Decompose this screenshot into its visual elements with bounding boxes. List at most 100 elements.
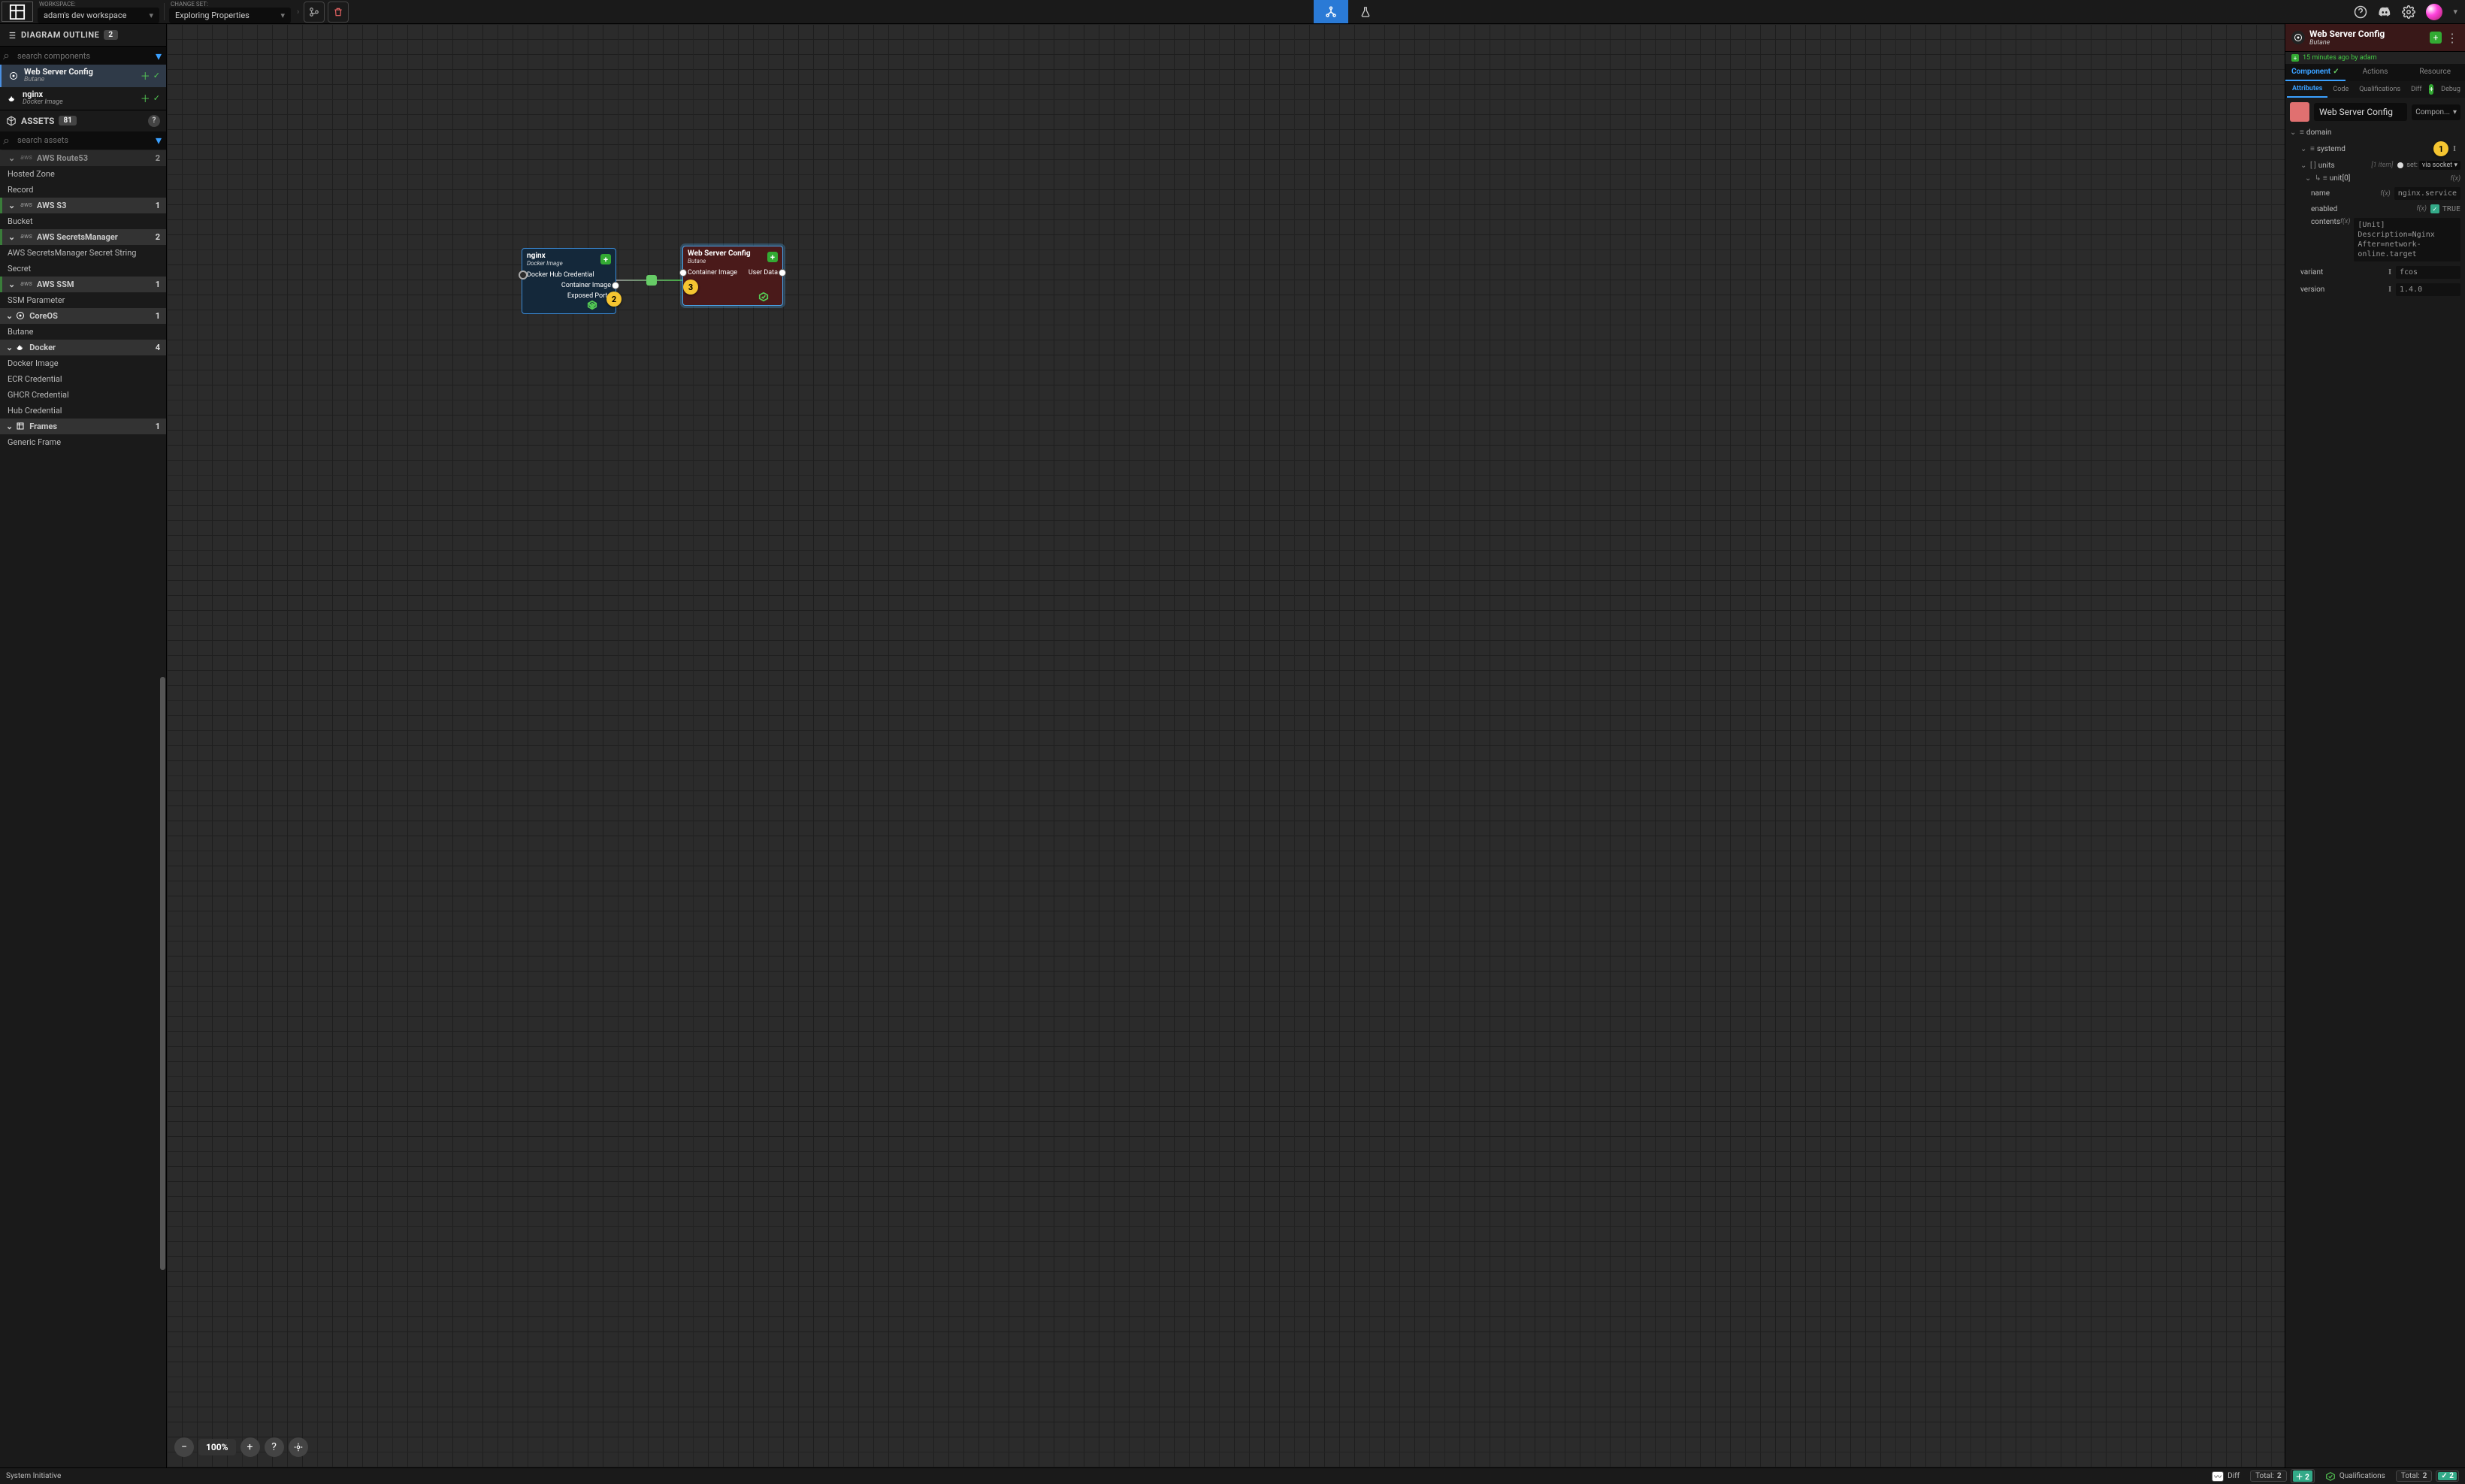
qualifications-label[interactable]: Qualifications (2339, 1472, 2385, 1480)
attr-version-value[interactable]: 1.4.0 (2396, 283, 2460, 296)
component-add-icon[interactable]: + (2430, 32, 2442, 44)
connection-midpoint[interactable] (646, 275, 657, 286)
node-check-icon (587, 300, 597, 310)
asset-category-secretsmanager[interactable]: ⌄awsAWS SecretsManager2 (0, 229, 166, 245)
diff-total-box[interactable]: Total: 2 (2250, 1470, 2287, 1482)
socket-docker-hub-credential[interactable]: Docker Hub Credential (522, 270, 615, 280)
qual-passed-box[interactable]: ✓ 2 (2436, 1470, 2459, 1482)
user-avatar[interactable] (2426, 4, 2442, 20)
text-cursor-icon: I (2388, 286, 2391, 294)
socket-container-image-out[interactable]: Container Image (522, 280, 615, 291)
units-set-select[interactable]: via socket ▾ (2419, 161, 2460, 170)
node-nginx[interactable]: nginxDocker Image + Docker Hub Credentia… (522, 248, 616, 314)
asset-ssm-parameter[interactable]: SSM Parameter (0, 292, 166, 308)
app-logo[interactable] (2, 2, 33, 22)
zoom-value[interactable]: 100% (198, 1439, 236, 1455)
asset-hosted-zone[interactable]: Hosted Zone (0, 166, 166, 182)
socket-exposed-ports[interactable]: Exposed Ports (522, 291, 615, 301)
text-cursor-icon: I (2388, 268, 2391, 277)
asset-category-coreos[interactable]: ⌄CoreOS1 (0, 308, 166, 324)
socket-indicator-icon (2397, 162, 2403, 168)
workspace-label: WORKSPACE: (35, 1, 162, 8)
asset-category-s3[interactable]: ⌄awsAWS S31 (0, 198, 166, 213)
tab-component[interactable]: Component✓ (2285, 64, 2346, 81)
assets-search-input[interactable] (13, 135, 151, 145)
diff-wave-icon[interactable]: 〰 (2212, 1471, 2224, 1482)
enabled-checkbox[interactable]: ✓ (2430, 204, 2439, 213)
attr-variant-value[interactable]: fcos (2396, 266, 2460, 279)
asset-ecr-credential[interactable]: ECR Credential (0, 371, 166, 387)
attributes-tree: ⌄≡domain ⌄≡systemd 1 I ⌄[ ]units [1 item… (2285, 126, 2465, 298)
asset-secret-string[interactable]: AWS SecretsManager Secret String (0, 245, 166, 261)
diagram-view-button[interactable] (1314, 0, 1348, 23)
socket-user-data[interactable]: User Data (683, 267, 782, 278)
attr-contents-value[interactable]: [Unit] Description=Nginx After=network-o… (2354, 218, 2460, 261)
outline-item-web-server-config[interactable]: Web Server ConfigButane ＋ ✓ (0, 65, 166, 87)
node-add-icon[interactable]: + (767, 252, 778, 262)
changeset-select[interactable]: Exploring Properties (169, 8, 291, 23)
tab-actions[interactable]: Actions (2346, 64, 2406, 81)
outline-item-nginx[interactable]: nginxDocker Image ＋ ✓ (0, 87, 166, 110)
tab-debug[interactable]: Debug (2436, 82, 2465, 97)
asset-record[interactable]: Record (0, 182, 166, 198)
zoom-in-button[interactable]: + (240, 1437, 260, 1457)
assets-list[interactable]: ⌄awsAWS Route532 Hosted Zone Record ⌄aws… (0, 150, 166, 1467)
tab-code[interactable]: Code (2327, 82, 2354, 97)
workspace-select[interactable]: adam's dev workspace (38, 8, 159, 23)
tab-diff[interactable]: Diff (2406, 82, 2427, 97)
topbar: WORKSPACE: adam's dev workspace CHANGE S… (0, 0, 2465, 24)
tab-resource[interactable]: Resource (2405, 64, 2465, 81)
settings-icon[interactable] (2402, 5, 2415, 19)
zoom-help-button[interactable]: ? (265, 1437, 284, 1457)
zoom-fit-button[interactable] (289, 1437, 308, 1457)
assets-filter-icon[interactable]: ▾ (151, 133, 166, 147)
asset-generic-frame[interactable]: Generic Frame (0, 434, 166, 450)
attr-domain[interactable]: ⌄≡domain (2285, 126, 2465, 139)
user-menu-chevron-icon[interactable]: ▾ (2453, 7, 2457, 17)
tab-qualifications[interactable]: Qualifications (2354, 82, 2406, 97)
component-secondary-tabs: Attributes Code Qualifications Diff + De… (2285, 81, 2465, 98)
asset-hub-credential[interactable]: Hub Credential (0, 403, 166, 419)
asset-category-route53[interactable]: ⌄awsAWS Route532 (0, 150, 166, 166)
component-more-icon[interactable]: ⋮ (2446, 31, 2459, 45)
asset-docker-image[interactable]: Docker Image (0, 355, 166, 371)
node-web-server-config[interactable]: Web Server ConfigButane + Container Imag… (682, 246, 783, 306)
tab-attributes[interactable]: Attributes (2287, 81, 2327, 98)
component-color-swatch[interactable] (2290, 102, 2309, 122)
asset-ghcr-credential[interactable]: GHCR Credential (0, 387, 166, 403)
component-header: Web Server ConfigButane + ⋮ (2285, 24, 2465, 52)
asset-category-frames[interactable]: ⌄Frames1 (0, 419, 166, 434)
diagram-canvas[interactable]: nginxDocker Image + Docker Hub Credentia… (167, 24, 2285, 1467)
qual-total-box[interactable]: Total: 2 (2396, 1470, 2433, 1482)
diff-changed-box[interactable]: ＋ 2 (2291, 1469, 2315, 1483)
component-name-input[interactable]: Web Server Config (2314, 103, 2407, 121)
outline-search-input[interactable] (13, 51, 151, 61)
delete-changeset-button[interactable] (328, 2, 349, 23)
assets-scrollbar[interactable] (159, 150, 165, 1467)
component-type-select[interactable]: Compon...▾ (2412, 104, 2460, 120)
diff-label[interactable]: Diff (2228, 1472, 2240, 1480)
component-primary-tabs: Component✓ Actions Resource (2285, 64, 2465, 81)
attr-systemd[interactable]: ⌄≡systemd 1 I (2285, 139, 2465, 159)
asset-category-docker[interactable]: ⌄Docker4 (0, 340, 166, 355)
plus-icon: ＋ (141, 91, 150, 105)
discord-icon[interactable] (2378, 5, 2391, 19)
lab-view-button[interactable] (1348, 0, 1383, 23)
tab-add-icon[interactable]: + (2429, 84, 2433, 95)
zoom-out-button[interactable]: − (174, 1437, 194, 1457)
plus-icon: ＋ (141, 68, 150, 83)
asset-butane[interactable]: Butane (0, 324, 166, 340)
outline-filter-icon[interactable]: ▾ (151, 49, 166, 63)
assets-help-icon[interactable]: ? (148, 115, 160, 127)
merge-button[interactable] (304, 2, 325, 23)
help-icon[interactable] (2354, 5, 2367, 19)
attr-name-value[interactable]: nginx.service (2394, 187, 2460, 200)
node-add-icon[interactable]: + (600, 254, 611, 264)
changeset-label: CHANGE SET: (166, 1, 294, 8)
asset-bucket[interactable]: Bucket (0, 213, 166, 229)
assets-header: ASSETS 81 ? (0, 110, 166, 131)
attr-unit0[interactable]: ⌄↳ ≡unit[0] f(x) (2285, 172, 2465, 185)
attr-units[interactable]: ⌄[ ]units [1 item] set: via socket ▾ (2285, 159, 2465, 172)
asset-secret[interactable]: Secret (0, 261, 166, 277)
asset-category-ssm[interactable]: ⌄awsAWS SSM1 (0, 277, 166, 292)
